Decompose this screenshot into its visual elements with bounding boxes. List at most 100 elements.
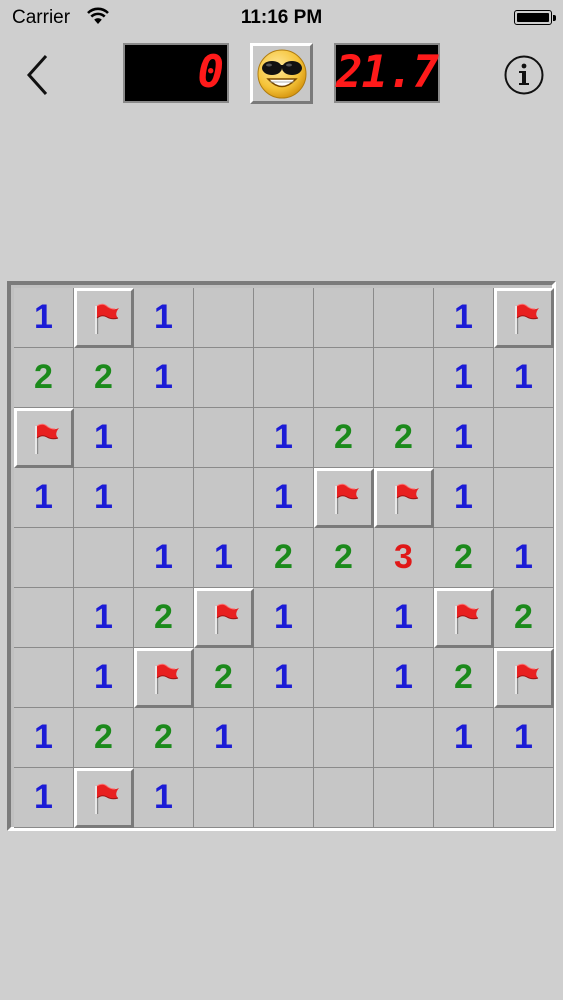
number-cell[interactable]: 1	[14, 768, 74, 828]
flagged-cell[interactable]	[494, 288, 554, 348]
empty-cell[interactable]	[254, 348, 314, 408]
number-cell[interactable]: 1	[434, 708, 494, 768]
number-cell[interactable]: 1	[74, 408, 134, 468]
empty-cell[interactable]	[314, 348, 374, 408]
empty-cell[interactable]	[194, 468, 254, 528]
number-cell[interactable]: 2	[314, 408, 374, 468]
number-cell[interactable]: 1	[434, 408, 494, 468]
chevron-left-icon	[26, 54, 48, 96]
number-cell[interactable]: 1	[14, 708, 74, 768]
empty-cell[interactable]	[314, 648, 374, 708]
number-cell[interactable]: 1	[494, 348, 554, 408]
flagged-cell[interactable]	[374, 468, 434, 528]
empty-cell[interactable]	[194, 288, 254, 348]
status-time: 11:16 PM	[240, 7, 323, 28]
flagged-cell[interactable]	[134, 648, 194, 708]
empty-cell[interactable]	[254, 288, 314, 348]
number-cell[interactable]: 1	[14, 468, 74, 528]
empty-cell[interactable]	[254, 768, 314, 828]
red-flag-icon	[155, 663, 179, 694]
empty-cell[interactable]	[314, 708, 374, 768]
number-cell[interactable]: 2	[134, 588, 194, 648]
empty-cell[interactable]	[134, 468, 194, 528]
number-cell[interactable]: 1	[74, 588, 134, 648]
number-cell[interactable]: 1	[14, 288, 74, 348]
minefield-grid: 1 11 22111 11221111 1112232112 1 1 2 1 2…	[14, 288, 554, 828]
flagged-cell[interactable]	[74, 768, 134, 828]
flagged-cell[interactable]	[494, 648, 554, 708]
empty-cell[interactable]	[374, 348, 434, 408]
number-cell[interactable]: 2	[194, 648, 254, 708]
number-cell[interactable]: 1	[374, 648, 434, 708]
number-cell[interactable]: 2	[74, 348, 134, 408]
red-flag-icon	[95, 783, 119, 814]
number-cell[interactable]: 2	[314, 528, 374, 588]
number-cell[interactable]: 2	[134, 708, 194, 768]
red-flag-icon	[95, 303, 119, 334]
empty-cell[interactable]	[434, 768, 494, 828]
number-cell[interactable]: 2	[434, 648, 494, 708]
number-cell[interactable]: 2	[254, 528, 314, 588]
sunglasses-smiley-icon	[257, 49, 307, 99]
flagged-cell[interactable]	[434, 588, 494, 648]
timer: 21.7	[334, 43, 440, 103]
red-flag-icon	[35, 423, 59, 454]
empty-cell[interactable]	[374, 288, 434, 348]
number-cell[interactable]: 1	[434, 468, 494, 528]
red-flag-icon	[395, 483, 419, 514]
number-cell[interactable]: 1	[494, 708, 554, 768]
empty-cell[interactable]	[134, 408, 194, 468]
number-cell[interactable]: 1	[254, 468, 314, 528]
back-button[interactable]	[22, 52, 58, 98]
empty-cell[interactable]	[194, 768, 254, 828]
flagged-cell[interactable]	[314, 468, 374, 528]
empty-cell[interactable]	[14, 528, 74, 588]
empty-cell[interactable]	[314, 288, 374, 348]
new-game-smiley-button[interactable]	[250, 43, 313, 104]
number-cell[interactable]: 1	[74, 468, 134, 528]
number-cell[interactable]: 2	[74, 708, 134, 768]
empty-cell[interactable]	[494, 468, 554, 528]
empty-cell[interactable]	[194, 348, 254, 408]
number-cell[interactable]: 1	[74, 648, 134, 708]
empty-cell[interactable]	[254, 708, 314, 768]
empty-cell[interactable]	[14, 648, 74, 708]
number-cell[interactable]: 1	[194, 528, 254, 588]
flagged-cell[interactable]	[14, 408, 74, 468]
number-cell[interactable]: 3	[374, 528, 434, 588]
empty-cell[interactable]	[494, 408, 554, 468]
number-cell[interactable]: 1	[194, 708, 254, 768]
number-cell[interactable]: 2	[434, 528, 494, 588]
flagged-cell[interactable]	[74, 288, 134, 348]
number-cell[interactable]: 2	[14, 348, 74, 408]
number-cell[interactable]: 1	[434, 288, 494, 348]
number-cell[interactable]: 1	[254, 648, 314, 708]
red-flag-icon	[515, 663, 539, 694]
number-cell[interactable]: 1	[254, 588, 314, 648]
empty-cell[interactable]	[74, 528, 134, 588]
number-cell[interactable]: 1	[254, 408, 314, 468]
info-circle-icon	[504, 55, 544, 95]
empty-cell[interactable]	[14, 588, 74, 648]
mine-counter: 0	[123, 43, 229, 103]
red-flag-icon	[515, 303, 539, 334]
empty-cell[interactable]	[194, 408, 254, 468]
empty-cell[interactable]	[314, 588, 374, 648]
number-cell[interactable]: 1	[374, 588, 434, 648]
empty-cell[interactable]	[314, 768, 374, 828]
number-cell[interactable]: 1	[494, 528, 554, 588]
number-cell[interactable]: 1	[134, 528, 194, 588]
number-cell[interactable]: 1	[434, 348, 494, 408]
number-cell[interactable]: 1	[134, 288, 194, 348]
empty-cell[interactable]	[374, 708, 434, 768]
number-cell[interactable]: 2	[374, 408, 434, 468]
empty-cell[interactable]	[374, 768, 434, 828]
info-button[interactable]	[503, 54, 545, 96]
battery-icon	[514, 10, 556, 25]
flagged-cell[interactable]	[194, 588, 254, 648]
status-bar: Carrier 11:16 PM	[0, 0, 563, 36]
empty-cell[interactable]	[494, 768, 554, 828]
number-cell[interactable]: 1	[134, 348, 194, 408]
number-cell[interactable]: 1	[134, 768, 194, 828]
number-cell[interactable]: 2	[494, 588, 554, 648]
